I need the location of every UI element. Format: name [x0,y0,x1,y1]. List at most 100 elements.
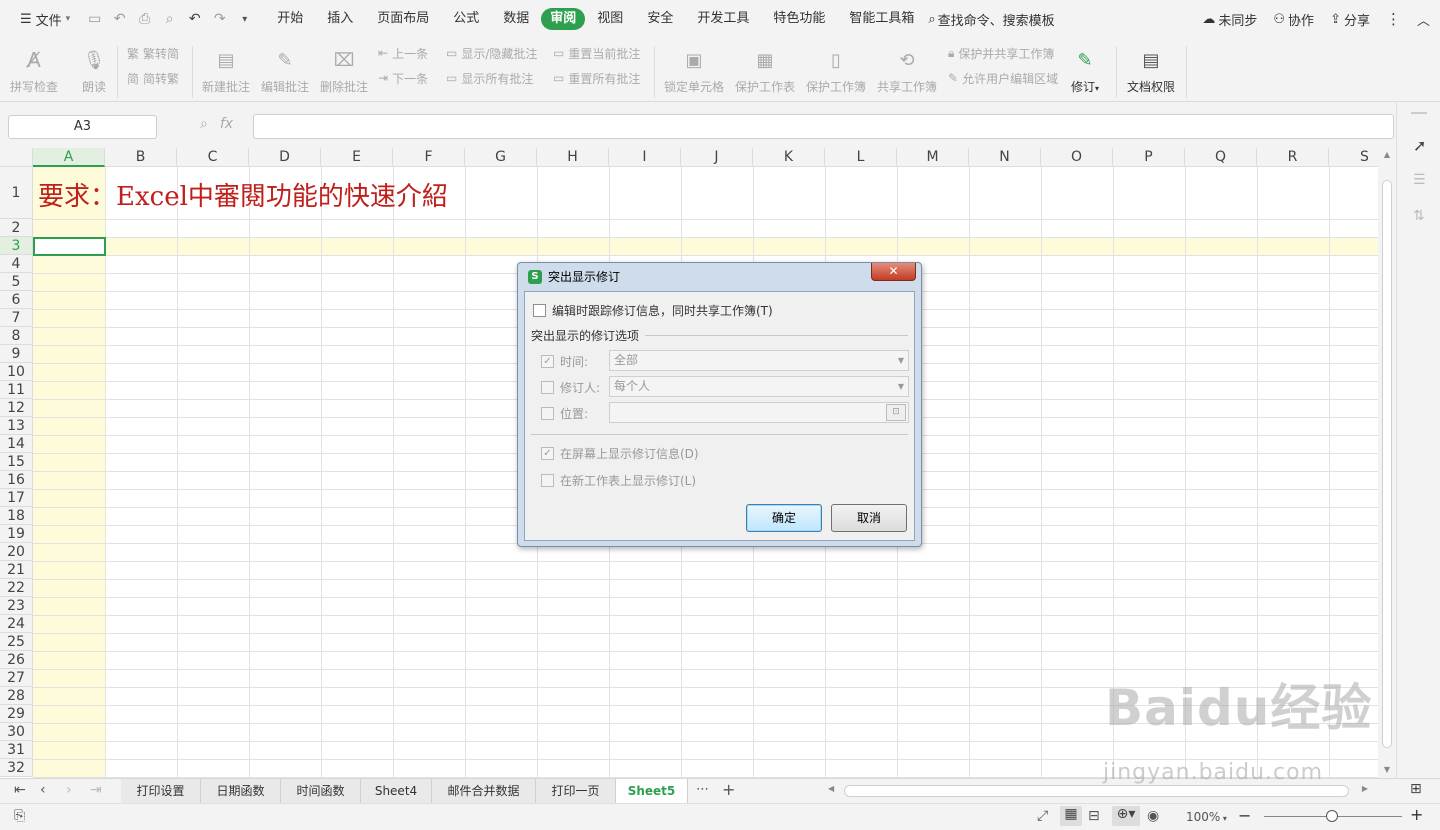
zoom-level[interactable]: 100% ▾ [1186,810,1227,824]
track-changes-checkbox[interactable] [533,304,546,317]
prev-comment-button[interactable]: ⇤ 上一条 [378,44,428,62]
column-header[interactable]: M [897,148,969,167]
sheet-tab[interactable]: 日期函数 [201,779,281,804]
row-header[interactable]: 8 [0,327,33,345]
export-icon[interactable]: ↶ [107,5,132,33]
column-header[interactable]: A [33,148,105,167]
row-header[interactable]: 2 [0,219,33,237]
tab-insert[interactable]: 插入 [315,8,365,30]
edit-comment-button[interactable]: ✎ 编辑批注 [261,42,309,95]
add-sheet-icon[interactable]: + [722,780,735,799]
row-header[interactable]: 30 [0,723,33,741]
doc-rights-button[interactable]: ▤ 文档权限 [1127,42,1175,95]
last-sheet-icon[interactable]: ⇥ [90,782,102,798]
row-header[interactable]: 16 [0,471,33,489]
row-header[interactable]: 23 [0,597,33,615]
row-header[interactable]: 1 [0,167,33,219]
tab-home[interactable]: 开始 [265,8,315,30]
row-header[interactable]: 13 [0,417,33,435]
column-header[interactable]: D [249,148,321,167]
row-header[interactable]: 27 [0,669,33,687]
share-button[interactable]: ⇪ 分享 [1330,10,1370,29]
row-header[interactable]: 20 [0,543,33,561]
row-header[interactable]: 9 [0,345,33,363]
protect-workbook-button[interactable]: ▯ 保护工作簿 [806,42,866,95]
column-header[interactable]: C [177,148,249,167]
column-header[interactable]: K [753,148,825,167]
column-header[interactable]: F [393,148,465,167]
location-option[interactable]: 位置: [541,405,588,422]
scroll-down-icon[interactable]: ▼ [1378,765,1396,774]
show-on-screen-checkbox[interactable]: ✓ [541,447,554,460]
zoom-slider-thumb[interactable] [1326,810,1338,822]
first-sheet-icon[interactable]: ⇤ [14,782,26,798]
file-menu-button[interactable]: ☰ 文件 ▾ [14,5,76,33]
zoom-in-icon[interactable]: + [1410,805,1423,824]
h-scroll-thumb[interactable] [844,785,1349,797]
track-changes-option[interactable]: 编辑时跟踪修订信息，同时共享工作簿(T) [533,302,773,319]
row-header[interactable]: 10 [0,363,33,381]
undo-icon[interactable]: ↶ [182,5,207,33]
time-select[interactable]: 全部 ▼ [609,350,909,371]
cell-a1-title[interactable]: 要求：Excel中審閱功能的快速介紹 [38,176,448,213]
reviser-checkbox[interactable] [541,381,554,394]
show-all-comments-button[interactable]: ▭ 显示所有批注 [446,69,533,87]
sheet-tab[interactable]: Sheet4 [361,779,432,804]
column-header[interactable]: H [537,148,609,167]
more-sheets-icon[interactable]: ⋯ [696,782,709,797]
row-header[interactable]: 32 [0,759,33,777]
protect-sheet-button[interactable]: ▦ 保护工作表 [735,42,795,95]
spell-check-button[interactable]: A̸ 拼写检查 [10,42,58,95]
prev-sheet-icon[interactable]: ‹ [40,782,46,798]
settings-sliders-icon[interactable]: ☰ [1413,172,1426,188]
reviser-option[interactable]: 修订人: [541,379,600,396]
row-header[interactable]: 3 [0,237,33,255]
row-header[interactable]: 19 [0,525,33,543]
name-box[interactable]: A3 [8,115,157,139]
horizontal-scrollbar[interactable]: ◀ ▶ [828,783,1368,799]
reset-all-button[interactable]: ▭ 重置所有批注 [553,69,640,87]
show-new-sheet-option[interactable]: 在新工作表上显示修订(L) [541,472,696,489]
tab-formulas[interactable]: 公式 [441,8,491,30]
column-header[interactable]: R [1257,148,1329,167]
reset-current-button[interactable]: ▭ 重置当前批注 [553,44,640,62]
trad-to-simp-button[interactable]: 繁繁转简 [127,44,179,62]
macro-record-icon[interactable]: ⎘ [14,808,25,824]
cancel-button[interactable]: 取消 [831,504,907,532]
column-header[interactable]: B [105,148,177,167]
row-header[interactable]: 31 [0,741,33,759]
track-changes-button[interactable]: ✎ 修订▾ [1071,42,1099,95]
collab-button[interactable]: ⚇ 协作 [1273,10,1314,29]
cursor-icon[interactable]: ➚ [1413,136,1426,155]
row-header[interactable]: 12 [0,399,33,417]
row-header[interactable]: 15 [0,453,33,471]
row-header[interactable]: 6 [0,291,33,309]
reviser-select[interactable]: 每个人 ▼ [609,376,909,397]
column-header[interactable]: Q [1185,148,1257,167]
tab-data[interactable]: 数据 [491,8,541,30]
normal-view-icon[interactable]: ▦ [1060,806,1082,826]
next-comment-button[interactable]: ⇥ 下一条 [378,69,428,87]
column-header[interactable]: G [465,148,537,167]
zoom-slider[interactable] [1264,810,1402,822]
tab-developer[interactable]: 开发工具 [685,8,761,30]
scroll-right-icon[interactable]: ▶ [1362,784,1368,793]
row-header[interactable]: 4 [0,255,33,273]
row-header[interactable]: 5 [0,273,33,291]
range-picker-icon[interactable]: ⊡ [886,404,906,421]
time-checkbox[interactable]: ✓ [541,355,554,368]
zoom-formula-icon[interactable]: ⌕ [200,116,208,132]
row-header[interactable]: 18 [0,507,33,525]
sheet-tab[interactable]: 时间函数 [281,779,361,804]
column-header[interactable]: S [1329,148,1378,167]
show-on-screen-option[interactable]: ✓ 在屏幕上显示修订信息(D) [541,445,699,462]
save-icon[interactable]: ▭ [82,5,107,33]
lock-cell-button[interactable]: ▣ 锁定单元格 [664,42,724,95]
tab-view[interactable]: 视图 [585,8,635,30]
print-preview-icon[interactable]: ⌕ [157,5,182,33]
show-hide-comment-button[interactable]: ▭ 显示/隐藏批注 [446,44,537,62]
protect-share-button[interactable]: 🔒︎ 保护并共享工作簿 [948,44,1054,62]
ok-button[interactable]: 确定 [746,504,822,532]
row-header[interactable]: 29 [0,705,33,723]
share-workbook-button[interactable]: ⟲ 共享工作簿 [877,42,937,95]
